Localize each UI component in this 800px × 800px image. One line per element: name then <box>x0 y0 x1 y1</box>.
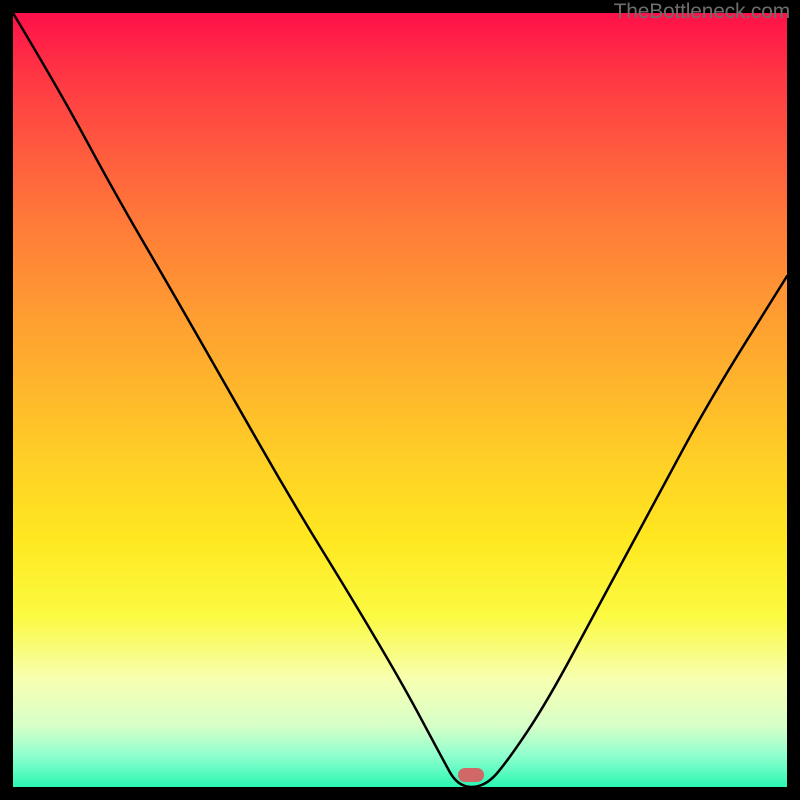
optimal-marker <box>458 768 484 782</box>
bottleneck-curve <box>13 13 787 787</box>
chart-area <box>13 13 787 787</box>
attribution-text: TheBottleneck.com <box>614 0 790 24</box>
